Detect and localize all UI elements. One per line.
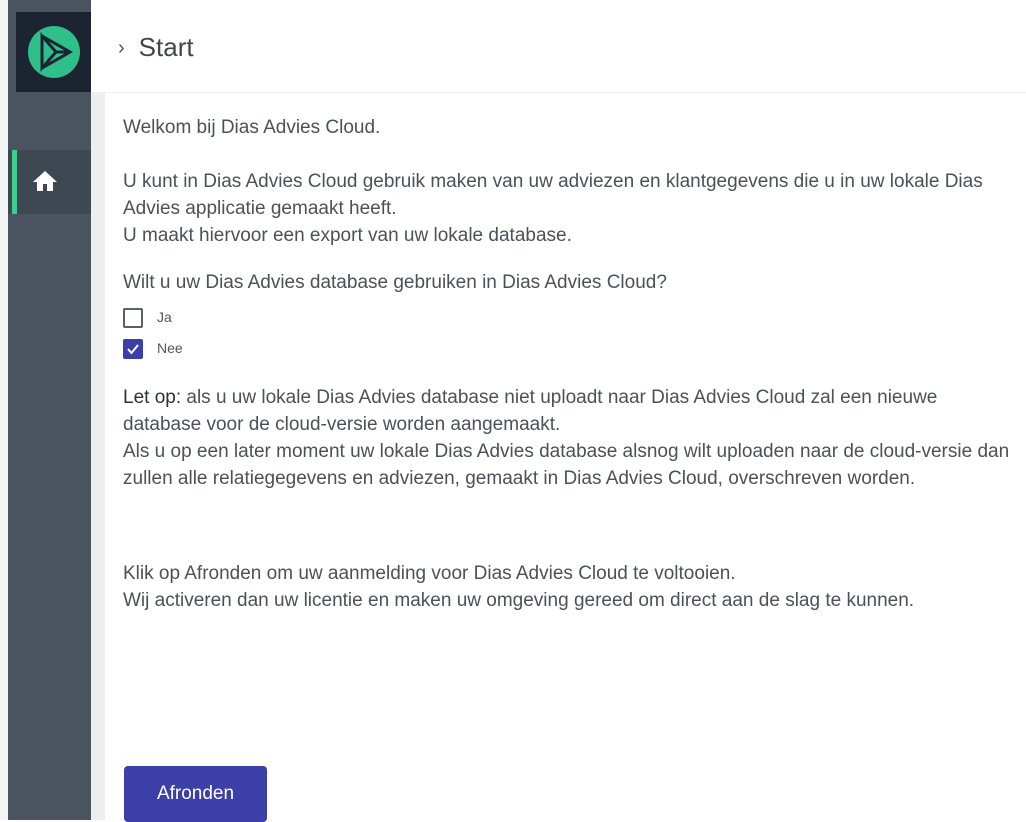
database-question: Wilt u uw Dias Advies database gebruiken…	[123, 272, 667, 293]
note-label: Let op:	[123, 387, 182, 408]
breadcrumb: › Start	[118, 32, 194, 63]
intro-text-2: U maakt hiervoor een export van uw lokal…	[123, 225, 572, 246]
option-label: Ja	[157, 309, 172, 325]
check-icon	[127, 343, 139, 355]
home-icon	[33, 171, 57, 191]
page-header: › Start	[91, 0, 1026, 93]
logo-icon	[28, 26, 80, 78]
main-content: Welkom bij Dias Advies Cloud. U kunt in …	[123, 114, 1018, 614]
sidebar	[8, 0, 91, 820]
checkbox-nee[interactable]	[123, 338, 143, 359]
page-title: Start	[138, 32, 194, 62]
app-logo[interactable]	[16, 12, 91, 92]
content-divider	[91, 92, 105, 820]
option-ja[interactable]: Ja	[123, 302, 1018, 333]
active-indicator	[12, 150, 17, 214]
final-text: Klik op Afronden om uw aanmelding voor D…	[123, 563, 736, 584]
note-body: als u uw lokale Dias Advies database nie…	[123, 387, 938, 435]
note-text: Let op: als u uw lokale Dias Advies data…	[123, 384, 1018, 438]
welcome-text: Welkom bij Dias Advies Cloud.	[123, 117, 381, 138]
checkbox-ja[interactable]	[123, 307, 143, 328]
intro-text: U kunt in Dias Advies Cloud gebruik make…	[123, 171, 983, 219]
final-text-2: Wij activeren dan uw licentie en maken u…	[123, 590, 915, 611]
afronden-button[interactable]: Afronden	[124, 766, 267, 822]
option-nee[interactable]: Nee	[123, 333, 1018, 364]
window-edge	[0, 0, 8, 820]
chevron-right-icon: ›	[118, 36, 125, 59]
note-text-2: Als u op een later moment uw lokale Dias…	[123, 441, 1010, 489]
option-label: Nee	[157, 340, 183, 356]
sidebar-item-home[interactable]	[8, 150, 91, 214]
